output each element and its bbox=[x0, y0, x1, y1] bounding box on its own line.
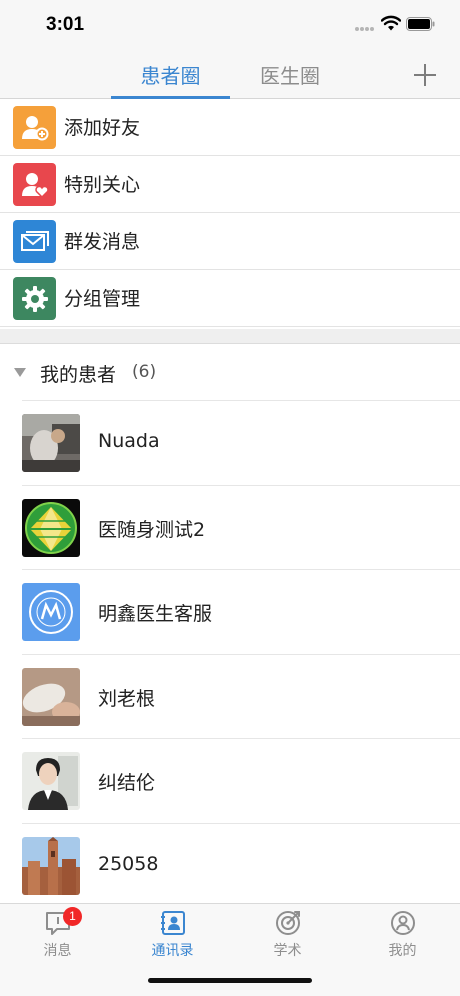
tab-patient-circle[interactable]: 患者圈 bbox=[111, 60, 230, 99]
tab-doctor-circle-label: 医生圈 bbox=[260, 64, 320, 88]
tab-bar-academic[interactable]: 学术 bbox=[230, 904, 345, 964]
avatar bbox=[22, 837, 80, 895]
special-care-icon bbox=[13, 163, 56, 206]
plus-icon[interactable] bbox=[412, 62, 438, 88]
patient-name: 刘老根 bbox=[98, 688, 156, 710]
tab-bar-profile[interactable]: 我的 bbox=[345, 904, 460, 964]
tab-patient-circle-label: 患者圈 bbox=[140, 64, 201, 88]
tab-bar-label: 消息 bbox=[43, 943, 72, 959]
patient-name: 25058 bbox=[98, 853, 159, 875]
patient-row[interactable]: 刘老根 bbox=[22, 654, 460, 739]
menu-item-broadcast[interactable]: 群发消息 bbox=[0, 213, 460, 270]
tab-bar-label: 学术 bbox=[273, 943, 302, 959]
contacts-icon bbox=[161, 911, 185, 935]
patient-row[interactable]: 明鑫医生客服 bbox=[22, 569, 460, 654]
patient-row[interactable]: Nuada bbox=[22, 400, 460, 485]
menu-item-label: 添加好友 bbox=[64, 117, 141, 139]
tab-bar-label: 通讯录 bbox=[151, 943, 194, 959]
avatar bbox=[22, 583, 80, 641]
tab-bar-messages[interactable]: 1 消息 bbox=[0, 904, 115, 964]
home-indicator bbox=[148, 978, 312, 983]
tab-doctor-circle[interactable]: 医生圈 bbox=[240, 60, 340, 98]
status-bar: 3:01 bbox=[0, 0, 460, 52]
add-friend-icon bbox=[13, 106, 56, 149]
status-time: 3:01 bbox=[46, 14, 85, 35]
patient-row[interactable]: 纠结伦 bbox=[22, 738, 460, 823]
menu-item-special-care[interactable]: 特别关心 bbox=[0, 156, 460, 213]
avatar bbox=[22, 414, 80, 472]
profile-icon bbox=[391, 911, 415, 935]
collapse-triangle-icon bbox=[14, 368, 26, 377]
patient-name: 纠结伦 bbox=[98, 772, 156, 794]
patient-row[interactable]: 医随身测试2 bbox=[22, 485, 460, 570]
menu-item-label: 特别关心 bbox=[64, 174, 141, 196]
avatar bbox=[22, 752, 80, 810]
wifi-icon bbox=[381, 15, 401, 31]
menu-item-group-management[interactable]: 分组管理 bbox=[0, 270, 460, 327]
patient-name: 医随身测试2 bbox=[98, 519, 206, 541]
broadcast-message-icon bbox=[13, 220, 56, 263]
menu-item-add-friend[interactable]: 添加好友 bbox=[0, 99, 460, 156]
group-title: 我的患者 bbox=[40, 364, 117, 386]
patient-name: 明鑫医生客服 bbox=[98, 603, 213, 625]
gear-icon bbox=[13, 277, 56, 320]
header-bar: 患者圈 医生圈 bbox=[0, 52, 460, 99]
menu-item-label: 群发消息 bbox=[64, 231, 141, 253]
avatar bbox=[22, 499, 80, 557]
battery-icon bbox=[406, 17, 435, 31]
avatar bbox=[22, 668, 80, 726]
patient-group-header[interactable]: 我的患者 (6) bbox=[0, 345, 460, 400]
tab-bar-label: 我的 bbox=[388, 943, 417, 959]
patient-row[interactable]: 25058 bbox=[22, 823, 460, 908]
patient-name: Nuada bbox=[98, 430, 160, 452]
group-count: (6) bbox=[132, 362, 157, 382]
unread-badge: 1 bbox=[63, 907, 82, 926]
section-divider bbox=[0, 329, 460, 344]
signal-icon bbox=[355, 27, 375, 31]
menu-item-label: 分组管理 bbox=[64, 288, 141, 310]
target-icon bbox=[276, 911, 300, 935]
tab-bar-contacts[interactable]: 通讯录 bbox=[115, 904, 230, 964]
